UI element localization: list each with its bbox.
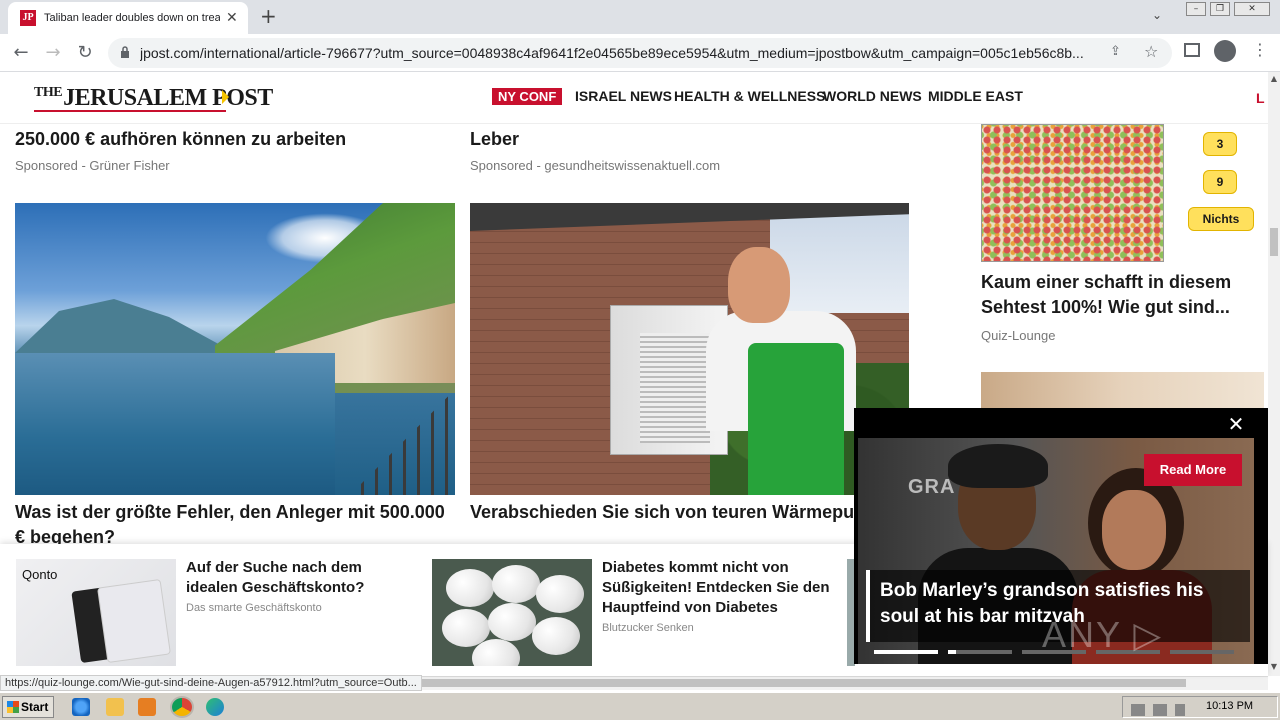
read-more-button[interactable]: Read More xyxy=(1144,454,1242,486)
tab-title: Taliban leader doubles down on treat xyxy=(44,12,220,24)
start-button[interactable]: Start xyxy=(2,696,54,718)
lake-mountain-left xyxy=(15,299,235,353)
close-tab-icon[interactable]: ✕ xyxy=(226,9,238,27)
hp-grille xyxy=(640,333,710,443)
reload-icon[interactable]: ↻ xyxy=(72,40,98,66)
nav-world-news[interactable]: WORLD NEWS xyxy=(823,88,922,104)
tab-strip: JP Taliban leader doubles down on treat … xyxy=(0,0,1280,34)
quiz-option-nichts[interactable]: Nichts xyxy=(1188,207,1254,231)
volume-icon[interactable] xyxy=(1131,704,1145,716)
close-video-icon[interactable]: ✕ xyxy=(1222,412,1250,436)
video-woman-head xyxy=(1102,490,1166,570)
ad1-sponsor[interactable]: Das smarte Geschäftskonto xyxy=(186,602,322,614)
scroll-down-arrow-icon[interactable]: ▼ xyxy=(1268,662,1280,674)
profile-avatar-icon[interactable] xyxy=(1214,40,1236,62)
ad2-sponsor[interactable]: Blutzucker Senken xyxy=(602,622,694,634)
close-window-button[interactable]: ✕ xyxy=(1234,2,1270,16)
article-headline-top-right[interactable]: Leber xyxy=(470,127,910,152)
flag-icon[interactable] xyxy=(1175,704,1185,716)
floating-video-player[interactable]: ✕ GRA Read More Bob Marley’s grandson sa… xyxy=(854,408,1268,664)
nav-login-cut[interactable]: L xyxy=(1256,90,1265,106)
sponsor-top-left[interactable]: Sponsored - Grüner Fisher xyxy=(15,158,170,173)
windows-taskbar: Start 10:13 PM xyxy=(0,692,1280,720)
nav-israel-news[interactable]: ISRAEL NEWS xyxy=(575,88,672,104)
edge-icon[interactable] xyxy=(206,698,224,716)
minimize-button[interactable]: – xyxy=(1186,2,1206,16)
address-bar[interactable]: jpost.com/international/article-796677?u… xyxy=(108,38,1172,68)
internet-explorer-icon[interactable] xyxy=(72,698,90,716)
lake-town-image[interactable] xyxy=(15,203,455,495)
video-man-hair xyxy=(948,444,1048,488)
egg xyxy=(532,617,580,655)
browser-toolbar: ← → ↻ jpost.com/international/article-79… xyxy=(0,34,1280,72)
menu-kebab-icon[interactable]: ⋮ xyxy=(1252,40,1268,59)
chrome-icon[interactable] xyxy=(170,696,194,718)
site-header: THEJERUSALEM POST NY CONF ISRAEL NEWS HE… xyxy=(0,72,1268,124)
color-test-image[interactable] xyxy=(981,124,1164,262)
bookmark-star-icon[interactable]: ☆ xyxy=(1144,42,1158,61)
restore-button[interactable]: ❐ xyxy=(1210,2,1230,16)
nav-middle-east[interactable]: MIDDLE EAST xyxy=(928,88,1023,104)
video-progress-segment-2 xyxy=(948,650,1012,654)
media-player-icon[interactable] xyxy=(138,698,156,716)
side-panel-icon[interactable] xyxy=(1184,43,1200,57)
vertical-scrollbar[interactable] xyxy=(1268,72,1280,676)
start-label: Start xyxy=(21,700,49,714)
folder-icon[interactable] xyxy=(106,698,124,716)
url-text[interactable]: jpost.com/international/article-796677?u… xyxy=(140,45,1100,61)
link-status-bar: https://quiz-lounge.com/Wie-gut-sind-dei… xyxy=(0,675,422,691)
nav-ny-conf[interactable]: NY CONF xyxy=(492,88,563,105)
hp-man-overall xyxy=(748,343,844,495)
forward-arrow-icon[interactable]: → xyxy=(40,40,66,66)
right-article-sponsor[interactable]: Quiz-Lounge xyxy=(981,328,1055,343)
article-headline-top-left[interactable]: 250.000 € aufhören können zu arbeiten xyxy=(15,127,455,152)
right-article-headline[interactable]: Kaum einer schafft in diesem Sehtest 100… xyxy=(981,270,1261,320)
windows-logo-icon xyxy=(7,701,19,713)
eggs-ad-image[interactable] xyxy=(432,559,592,666)
video-frame[interactable]: GRA Read More Bob Marley’s grandson sati… xyxy=(858,438,1254,664)
taskbar-clock: 10:13 PM xyxy=(1206,700,1254,712)
egg xyxy=(492,565,540,603)
egg xyxy=(472,639,520,666)
qonto-logo: Qonto xyxy=(22,567,58,582)
lake-water xyxy=(15,353,335,495)
hp-sky xyxy=(770,203,909,313)
browser-tab[interactable]: JP Taliban leader doubles down on treat … xyxy=(8,2,248,34)
video-progress-fill xyxy=(948,650,956,654)
tab-search-chevron-icon[interactable]: ⌄ xyxy=(1152,8,1162,22)
egg xyxy=(446,569,494,607)
lock-icon xyxy=(121,46,129,58)
video-backdrop-text: GRA xyxy=(908,476,956,498)
jpost-favicon-icon: JP xyxy=(20,10,36,26)
article-headline-mid-left[interactable]: Was ist der größte Fehler, den Anleger m… xyxy=(15,500,455,550)
hp-man-head xyxy=(728,247,790,323)
share-icon[interactable]: ⇪ xyxy=(1110,44,1121,59)
qonto-card-light xyxy=(97,578,171,664)
egg xyxy=(536,575,584,613)
system-tray xyxy=(1122,696,1278,718)
quiz-option-9[interactable]: 9 xyxy=(1203,170,1237,194)
network-icon[interactable] xyxy=(1153,704,1167,716)
nav-health-wellness[interactable]: HEALTH & WELLNESS xyxy=(674,88,825,104)
video-progress-segment-1 xyxy=(874,650,938,654)
right-article-image[interactable] xyxy=(981,372,1264,412)
anyrun-watermark: ANY ▷ RUN xyxy=(1042,614,1164,664)
logo-flag-icon xyxy=(222,90,229,104)
article-headline-mid-right[interactable]: Verabschieden Sie sich von teuren Wärmep… xyxy=(470,500,860,525)
logo-underline xyxy=(34,110,226,112)
jerusalem-post-logo[interactable]: THEJERUSALEM POST xyxy=(34,85,273,112)
heat-pump-image[interactable] xyxy=(470,203,909,495)
quiz-option-3[interactable]: 3 xyxy=(1203,132,1237,156)
vertical-scroll-thumb[interactable] xyxy=(1270,228,1278,256)
logo-the: THE xyxy=(34,85,63,100)
ad2-title[interactable]: Diabetes kommt nicht von Süßigkeiten! En… xyxy=(602,558,832,618)
new-tab-button[interactable]: + xyxy=(260,4,277,28)
egg xyxy=(488,603,536,641)
qonto-ad-image[interactable]: Qonto xyxy=(16,559,176,666)
logo-text: JERUSALEM POST xyxy=(63,85,273,111)
ad1-title[interactable]: Auf der Suche nach dem idealen Geschäfts… xyxy=(186,558,406,598)
sponsor-top-right[interactable]: Sponsored - gesundheitswissenaktuell.com xyxy=(470,158,720,173)
back-arrow-icon[interactable]: ← xyxy=(8,40,34,66)
scroll-up-arrow-icon[interactable]: ▲ xyxy=(1268,74,1280,86)
